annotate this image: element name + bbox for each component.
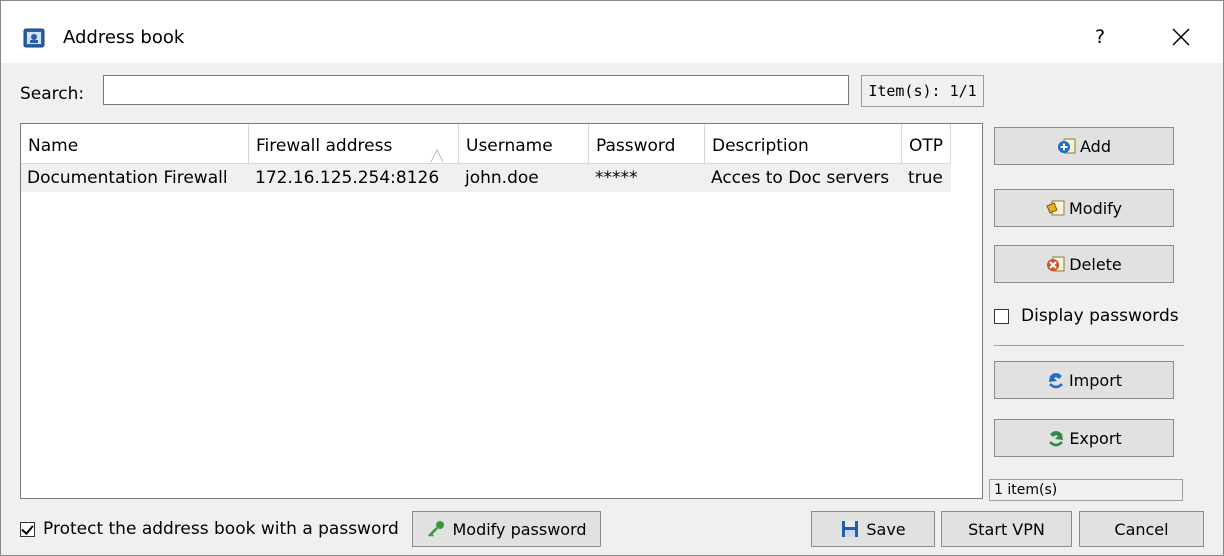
cell-firewall-address: 172.16.125.254:8126 xyxy=(255,168,440,188)
column-header-otp[interactable]: OTP xyxy=(902,124,951,164)
display-passwords-label: Display passwords xyxy=(1021,306,1179,326)
status-bar: 1 item(s) xyxy=(989,479,1183,501)
add-button[interactable]: Add xyxy=(994,127,1174,165)
column-header-description[interactable]: Description xyxy=(705,124,902,164)
sort-ascending-icon xyxy=(430,136,444,163)
close-icon xyxy=(1172,28,1190,46)
divider xyxy=(994,345,1184,346)
search-label: Search: xyxy=(20,84,85,104)
export-button[interactable]: Export xyxy=(994,419,1174,457)
save-label: Save xyxy=(866,519,906,539)
column-header-name[interactable]: Name xyxy=(21,124,249,164)
cell-description: Acces to Doc servers xyxy=(711,168,890,188)
import-button[interactable]: Import xyxy=(994,361,1174,399)
key-icon xyxy=(428,521,445,537)
export-label: Export xyxy=(1069,428,1122,448)
close-button[interactable] xyxy=(1163,20,1199,54)
title-bar: Address book ? xyxy=(1,1,1223,63)
import-icon xyxy=(1048,373,1063,389)
delete-icon xyxy=(1047,256,1065,272)
cancel-label: Cancel xyxy=(1114,519,1169,539)
column-header-firewall-address[interactable]: Firewall address xyxy=(249,124,459,164)
floppy-disk-icon xyxy=(842,521,859,537)
export-icon xyxy=(1049,431,1064,447)
cell-username: john.doe xyxy=(465,168,539,188)
address-book-icon xyxy=(23,28,45,48)
cell-name: Documentation Firewall xyxy=(27,168,228,188)
modify-icon xyxy=(1046,200,1065,216)
column-header-password[interactable]: Password xyxy=(589,124,705,164)
table-header: Name Firewall address Username Password … xyxy=(21,124,982,164)
add-label: Add xyxy=(1080,136,1111,156)
cancel-button[interactable]: Cancel xyxy=(1079,511,1204,547)
save-button[interactable]: Save xyxy=(811,511,935,547)
address-table[interactable]: Name Firewall address Username Password … xyxy=(20,123,983,499)
table-row[interactable]: Documentation Firewall 172.16.125.254:81… xyxy=(21,164,951,192)
search-input[interactable] xyxy=(103,75,849,105)
delete-button[interactable]: Delete xyxy=(994,245,1174,283)
protect-password-label: Protect the address book with a password xyxy=(43,519,399,539)
address-book-dialog: Address book ? Search: Item(s): 1/1 Name… xyxy=(0,0,1224,556)
cell-otp: true xyxy=(908,168,943,188)
cell-password: ***** xyxy=(595,168,638,188)
modify-button[interactable]: Modify xyxy=(994,189,1174,227)
display-passwords-checkbox[interactable] xyxy=(994,308,1009,324)
items-count-badge: Item(s): 1/1 xyxy=(861,75,984,107)
modify-label: Modify xyxy=(1068,198,1122,218)
modify-password-label: Modify password xyxy=(452,519,587,539)
help-button[interactable]: ? xyxy=(1085,22,1115,52)
import-label: Import xyxy=(1068,370,1123,390)
add-icon xyxy=(1058,138,1076,154)
delete-label: Delete xyxy=(1069,254,1122,274)
start-vpn-button[interactable]: Start VPN xyxy=(941,511,1072,547)
protect-password-toggle[interactable]: Protect the address book with a password xyxy=(20,519,399,539)
modify-password-button[interactable]: Modify password xyxy=(412,511,601,547)
column-header-label: Firewall address xyxy=(256,136,393,156)
start-vpn-label: Start VPN xyxy=(968,519,1045,539)
protect-password-checkbox[interactable] xyxy=(20,521,35,537)
window-title: Address book xyxy=(63,27,185,48)
column-header-username[interactable]: Username xyxy=(459,124,589,164)
display-passwords-toggle[interactable]: Display passwords xyxy=(994,306,1179,326)
